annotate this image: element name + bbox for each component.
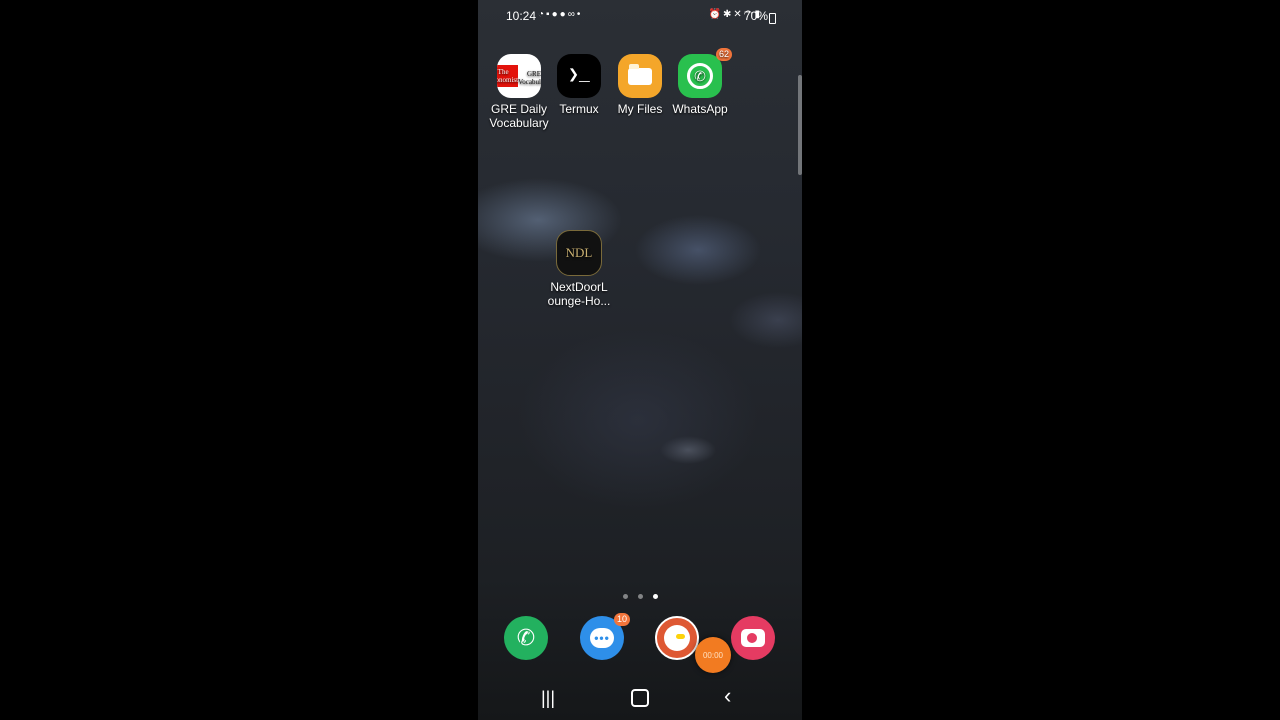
status-bar: 10:24 ◔▪●●∞• ⏰✱✕◠▮ 70%: [478, 6, 802, 26]
page-dot[interactable]: [637, 594, 643, 599]
notification-badge: 62: [716, 48, 732, 61]
terminal-glyph: ❯_: [568, 66, 590, 86]
scroll-indicator: [798, 75, 802, 175]
app-label: My Files: [617, 102, 663, 116]
app-nextdoorlounge[interactable]: NDL NextDoorL ounge-Ho...: [547, 230, 611, 308]
ndl-glyph: NDL: [565, 245, 593, 260]
recents-button[interactable]: |||: [541, 688, 555, 708]
back-button[interactable]: ‹: [724, 685, 731, 707]
mute-icon: ✕: [733, 9, 744, 20]
recorder-timer: 00:00: [702, 650, 724, 660]
app-label: NextDoorL: [550, 280, 608, 294]
whatsapp-icon: ✆ 62: [678, 48, 732, 98]
phone-icon[interactable]: ✆: [504, 616, 548, 660]
app-whatsapp[interactable]: ✆ 62 WhatsApp: [668, 48, 732, 116]
app-label-line2: ounge-Ho...: [547, 294, 611, 308]
app-label-line2: Vocabulary: [489, 116, 549, 130]
bluetooth-icon: ✱: [722, 9, 734, 20]
gre-icon-subtitle: GRE Vocabulary: [518, 69, 541, 86]
whatsapp-icon: ◔: [538, 9, 547, 20]
app-gre-daily-vocabulary[interactable]: The Economist GRE Vocabulary GRE Daily V…: [487, 54, 551, 130]
page-dot[interactable]: [622, 594, 628, 599]
screen-recorder-bubble[interactable]: 00:00: [695, 637, 731, 673]
page-indicator[interactable]: [478, 586, 802, 604]
voicemail-icon: ∞: [567, 9, 577, 20]
battery-percent: 70%: [743, 9, 768, 23]
home-button[interactable]: [631, 689, 649, 707]
phone-screen: 10:24 ◔▪●●∞• ⏰✱✕◠▮ 70% The Economist GRE…: [478, 0, 802, 720]
app-my-files[interactable]: My Files: [608, 54, 672, 116]
gre-icon-title: The Economist: [497, 65, 518, 87]
app-label: GRE Daily: [490, 102, 547, 116]
camera-icon[interactable]: [731, 616, 775, 660]
status-time: 10:24: [506, 9, 537, 23]
dot-icon: •: [576, 9, 583, 20]
page-dot-active[interactable]: [652, 594, 658, 599]
folder-icon: [618, 54, 662, 98]
app-label: Termux: [559, 102, 599, 116]
battery-icon: [769, 13, 776, 24]
facebook-icon: ●: [551, 9, 560, 20]
alarm-icon: ⏰: [708, 9, 723, 20]
duckduckgo-icon[interactable]: [655, 616, 699, 660]
gre-vocabulary-icon: The Economist GRE Vocabulary: [497, 54, 541, 98]
facebook-icon: ●: [559, 9, 568, 20]
ndl-icon: NDL: [556, 230, 602, 276]
notification-badge: 10: [614, 613, 630, 626]
notification-icons: ◔▪●●∞•: [538, 9, 582, 20]
navigation-bar: ||| ‹: [478, 684, 802, 712]
app-termux[interactable]: ❯_ Termux: [547, 54, 611, 116]
app-label: WhatsApp: [672, 102, 728, 116]
terminal-icon: ❯_: [557, 54, 601, 98]
messages-icon[interactable]: ••• 10: [580, 613, 630, 660]
